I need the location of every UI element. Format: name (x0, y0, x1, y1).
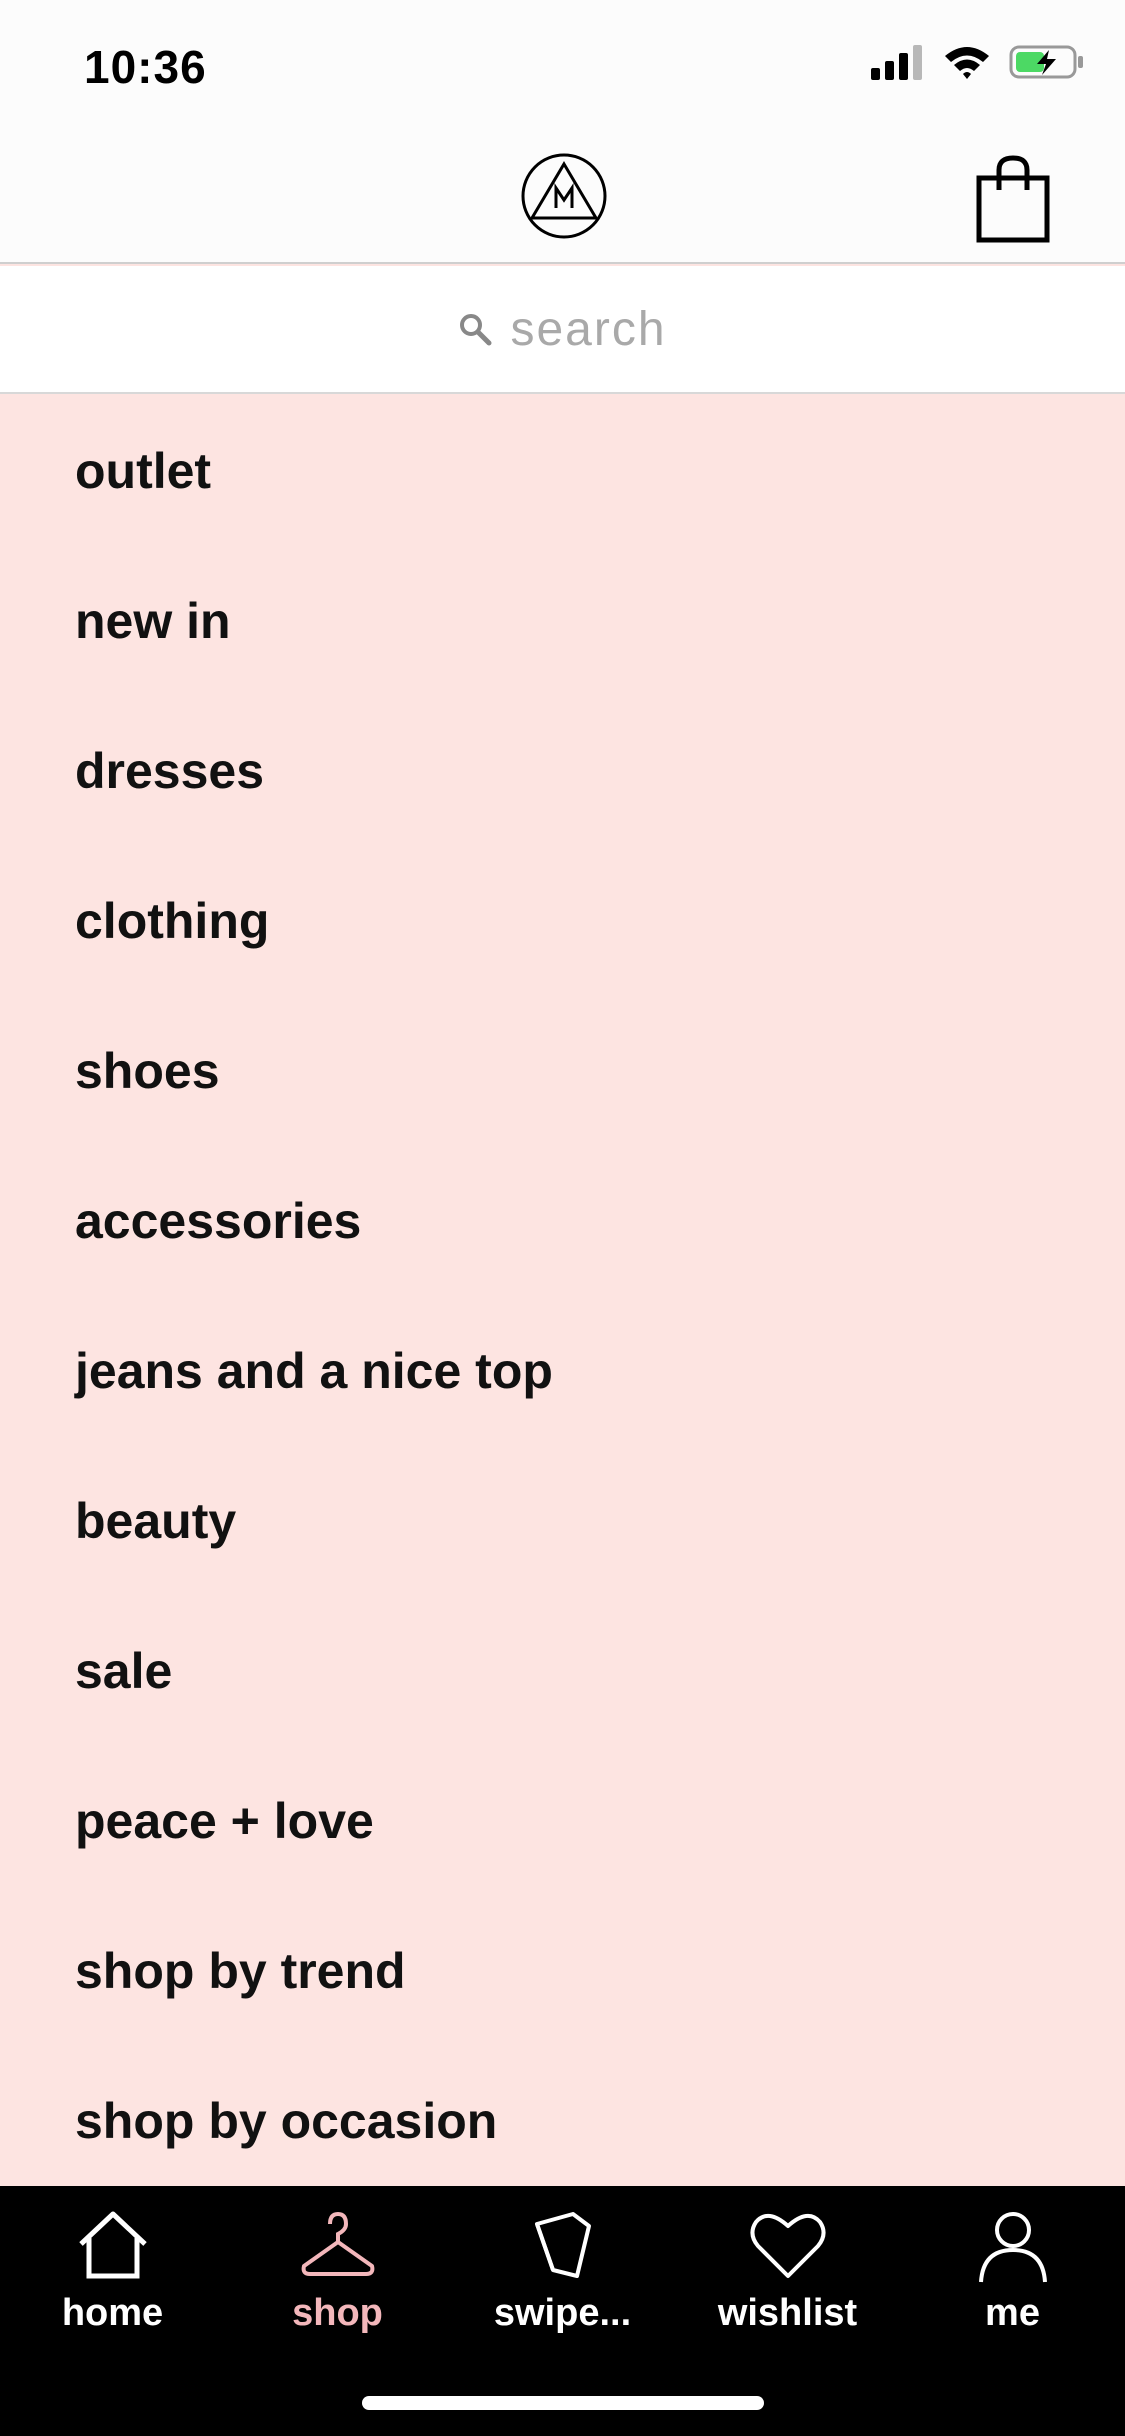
search-bar[interactable]: search (0, 266, 1125, 394)
wifi-icon (945, 47, 989, 79)
person-icon (978, 2212, 1047, 2283)
search-icon (460, 314, 492, 346)
hanger-icon (301, 2211, 374, 2276)
menu-item-peace-love[interactable]: peace + love (0, 1746, 1125, 1896)
menu-item-outlet[interactable]: outlet (0, 396, 1125, 546)
menu-item-shop-by-trend[interactable]: shop by trend (0, 1896, 1125, 2046)
home-icon (78, 2211, 147, 2279)
menu-item-new-in[interactable]: new in (0, 546, 1125, 696)
tab-shop-label: shop (292, 2292, 383, 2334)
menu-item-jeans-and-a-nice-top[interactable]: jeans and a nice top (0, 1296, 1125, 1446)
tab-shop[interactable]: shop (225, 2206, 450, 2346)
tab-wishlist-label: wishlist (717, 2292, 858, 2334)
category-menu: outlet new in dresses clothing shoes acc… (0, 396, 1125, 2186)
menu-item-sale[interactable]: sale (0, 1596, 1125, 1746)
tab-me[interactable]: me (900, 2206, 1125, 2346)
menu-item-shoes[interactable]: shoes (0, 996, 1125, 1146)
home-indicator (362, 2396, 764, 2410)
status-time: 10:36 (84, 41, 207, 93)
battery-icon (1009, 45, 1083, 79)
menu-item-shop-by-occasion[interactable]: shop by occasion (0, 2046, 1125, 2186)
tab-swipe-label: swipe... (493, 2292, 632, 2334)
tab-me-label: me (985, 2292, 1040, 2334)
missguided-logo-icon[interactable] (520, 152, 608, 240)
menu-item-clothing[interactable]: clothing (0, 846, 1125, 996)
menu-item-accessories[interactable]: accessories (0, 1146, 1125, 1296)
shopping-bag-icon[interactable] (975, 154, 1051, 244)
search-input[interactable]: search (510, 302, 666, 357)
app-header (0, 132, 1125, 264)
menu-item-dresses[interactable]: dresses (0, 696, 1125, 846)
signal-icon (871, 45, 922, 80)
tab-swipe[interactable]: swipe... (450, 2206, 675, 2346)
tab-wishlist[interactable]: wishlist (675, 2206, 900, 2346)
tab-bar: home shop swipe... wishlist me (0, 2186, 1125, 2436)
status-bar: 10:36 (0, 0, 1125, 132)
heart-icon (750, 2214, 825, 2278)
menu-item-beauty[interactable]: beauty (0, 1446, 1125, 1596)
tab-home[interactable]: home (0, 2206, 225, 2346)
tab-home-label: home (61, 2292, 164, 2334)
cards-icon (534, 2212, 591, 2278)
status-icons (871, 44, 1085, 80)
